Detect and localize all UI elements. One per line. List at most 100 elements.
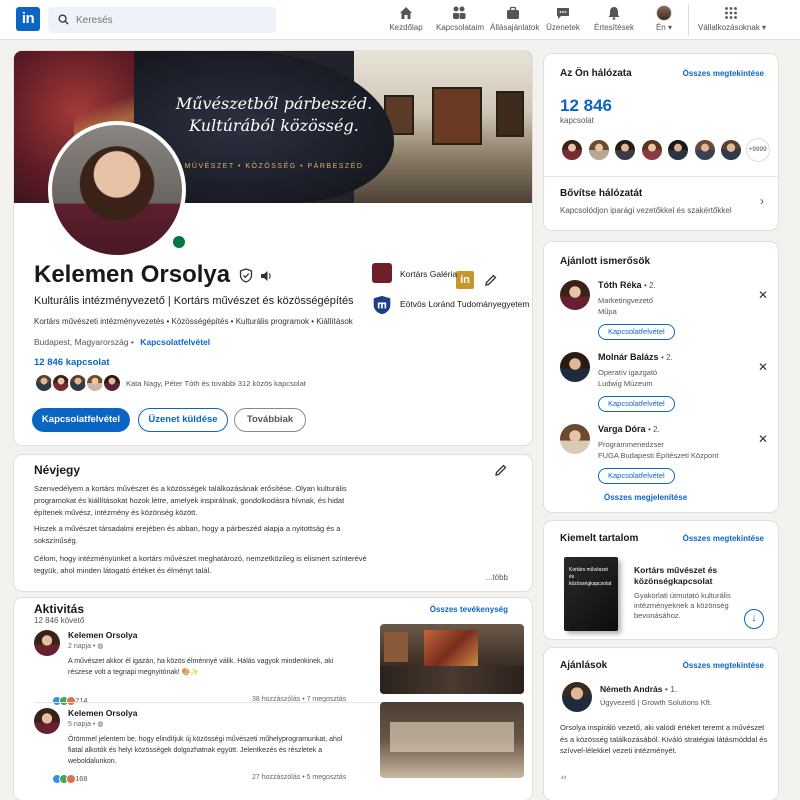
nav-home-label: Kezdőlap <box>389 23 423 32</box>
avatar <box>560 138 584 162</box>
suggestion-degree: • 2. <box>648 425 660 434</box>
more-connections-badge[interactable]: +9999 <box>745 138 770 162</box>
connect-button[interactable]: Kapcsolatfelvétel <box>32 408 130 432</box>
suggestion-name[interactable]: Varga Dóra • 2. <box>598 424 660 434</box>
avatar <box>586 138 611 162</box>
network-view-all-link[interactable]: Összes megtekintése <box>683 69 764 78</box>
download-icon[interactable]: ↓ <box>744 609 764 629</box>
recommender-degree: • 1. <box>664 684 678 694</box>
avatar <box>560 424 590 454</box>
nav-network[interactable]: Kapcsolataim <box>436 5 484 35</box>
crowd <box>380 666 524 694</box>
nav-jobs[interactable]: Állásajánlatok <box>490 5 539 35</box>
mutual-connection-avatars[interactable] <box>34 373 122 395</box>
chevron-right-icon[interactable]: › <box>760 194 764 208</box>
suggestion-connect-button[interactable]: Kapcsolatfelvétel <box>598 396 675 412</box>
about-see-more-link[interactable]: ...több <box>486 573 508 582</box>
post-author[interactable]: Kelemen Orsolya <box>68 708 137 718</box>
painting <box>432 87 482 145</box>
nav-me[interactable]: Én ▾ <box>650 5 678 35</box>
suggestion-company: Ludwig Múzeum <box>598 379 653 388</box>
edit-pencil-icon[interactable] <box>494 463 508 477</box>
connections-count-link[interactable]: 12 846 kapcsolat <box>34 357 110 368</box>
suggestion-connect-button[interactable]: Kapcsolatfelvétel <box>598 324 675 340</box>
all-activity-link[interactable]: Összes tevékenység <box>430 605 508 614</box>
suggestion-name[interactable]: Tóth Réka • 2. <box>598 280 656 290</box>
suggestion-company: FUGA Budapesti Építészeti Központ <box>598 451 719 460</box>
recommender-role: Ügyvezető | Growth Solutions Kft. <box>600 698 712 707</box>
post-text: A művészet akkor él igazán, ha közös élm… <box>68 658 334 676</box>
network-icon <box>453 6 466 19</box>
post-image-workshop[interactable] <box>380 702 524 778</box>
suggestion-item[interactable]: Tóth Réka • 2. Marketingvezető Műpa Kapc… <box>560 280 770 344</box>
banner-headline: Művészetből párbeszéd. Kultúrából közöss… <box>164 93 384 137</box>
painting <box>496 91 524 137</box>
network-count[interactable]: 12 846 <box>560 96 612 116</box>
mutual-connections-text[interactable]: Kata Nagy, Péter Tóth és további 312 köz… <box>126 379 306 388</box>
painting <box>424 630 478 670</box>
post-author[interactable]: Kelemen Orsolya <box>68 630 137 640</box>
avatar[interactable] <box>562 682 592 712</box>
speaker-icon[interactable] <box>259 269 273 283</box>
painting <box>384 632 408 662</box>
nav-divider <box>688 4 689 36</box>
more-button[interactable]: Továbbiak <box>234 408 306 432</box>
activity-title: Aktivitás <box>34 602 85 616</box>
online-status-dot <box>170 233 188 251</box>
activity-post[interactable]: Kelemen Orsolya 5 napja • ◍ Örömmel jele… <box>34 702 524 788</box>
verified-shield-icon[interactable] <box>239 268 253 283</box>
gallery-logo-icon <box>372 263 392 283</box>
network-card: Az Ön hálózata Összes megtekintése 12 84… <box>544 54 778 230</box>
nav-notifications-label: Értesítések <box>593 23 634 32</box>
nav-business-label: Vállalkozásoknak ▾ <box>698 23 767 32</box>
suggestion-name-text: Tóth Réka <box>598 280 642 290</box>
suggestion-degree: • 2. <box>644 281 656 290</box>
suggestion-title: Operatív igazgató <box>598 368 658 377</box>
post-reactions[interactable]: 214 <box>52 696 88 707</box>
featured-view-all-link[interactable]: Összes megtekintése <box>683 534 764 543</box>
dismiss-x-icon[interactable]: ✕ <box>758 288 768 302</box>
post-image-exhibition[interactable] <box>380 624 524 694</box>
featured-card: Kiemelt tartalom Összes megtekintése Kor… <box>544 521 778 639</box>
nav-notifications[interactable]: Értesítések <box>592 5 636 35</box>
contact-info-link[interactable]: Kapcsolatfelvétel <box>140 337 210 347</box>
search-box[interactable] <box>48 7 276 33</box>
suggestion-connect-button[interactable]: Kapcsolatfelvétel <box>598 468 675 484</box>
message-button[interactable]: Üzenet küldése <box>138 408 228 432</box>
avatar <box>719 138 744 162</box>
quote-icon: “ <box>560 774 568 790</box>
activity-card: Aktivitás 12 846 követő Összes tevékenys… <box>14 598 532 800</box>
banner-line-2: Kultúrából közösség. <box>189 116 359 135</box>
suggestion-title: Marketingvezető <box>598 296 654 305</box>
search-input[interactable] <box>76 7 266 33</box>
book-cover[interactable]: Kortárs művészet és közösségkapcsolat <box>564 557 618 631</box>
recommendations-card: Ajánlások Összes megtekintése Németh And… <box>544 648 778 800</box>
linkedin-logo[interactable]: in <box>16 7 40 31</box>
org-name: Kortárs Galéria <box>400 269 458 279</box>
recommendations-view-all-link[interactable]: Összes megtekintése <box>683 661 764 670</box>
avatar <box>102 373 122 393</box>
suggestion-item[interactable]: Varga Dóra • 2. Programmenedzser FUGA Bu… <box>560 424 770 488</box>
post-reactions[interactable]: 168 <box>52 774 88 785</box>
suggestion-name[interactable]: Molnár Balázs • 2. <box>598 352 673 362</box>
grow-network-title[interactable]: Bővítse hálózatát <box>560 188 642 199</box>
nav-business[interactable]: Vállalkozásoknak ▾ <box>698 5 767 35</box>
about-paragraph: Szenvedélyem a kortárs művészet és a köz… <box>34 484 347 517</box>
nav-messages[interactable]: Üzenetek <box>546 5 580 35</box>
profile-photo[interactable] <box>48 121 186 259</box>
nav-home[interactable]: Kezdőlap <box>388 5 424 35</box>
dismiss-x-icon[interactable]: ✕ <box>758 432 768 446</box>
activity-post[interactable]: Kelemen Orsolya 2 napja • ◍ A művészet a… <box>34 624 524 710</box>
profile-card: Művészetből párbeszéd. Kultúrából közöss… <box>14 51 532 445</box>
grid-icon <box>725 7 737 19</box>
featured-item-description: Gyakorlati útmutató kulturális intézmény… <box>634 591 731 620</box>
dismiss-x-icon[interactable]: ✕ <box>758 360 768 374</box>
profile-name-text: Kelemen Orsolya <box>34 261 231 288</box>
featured-item-title[interactable]: Kortárs művészet és közönségkapcsolat <box>634 565 754 587</box>
network-avatars[interactable]: +9999 <box>560 138 770 164</box>
suggestion-item[interactable]: Molnár Balázs • 2. Operatív igazgató Lud… <box>560 352 770 416</box>
recommender-name[interactable]: Németh András • 1. <box>600 684 677 694</box>
post-stats[interactable]: 27 hozzászólás • 5 megosztás <box>252 774 346 781</box>
show-all-suggestions-link[interactable]: Összes megjelenítése <box>604 493 687 502</box>
suggestion-name-text: Molnár Balázs <box>598 352 659 362</box>
